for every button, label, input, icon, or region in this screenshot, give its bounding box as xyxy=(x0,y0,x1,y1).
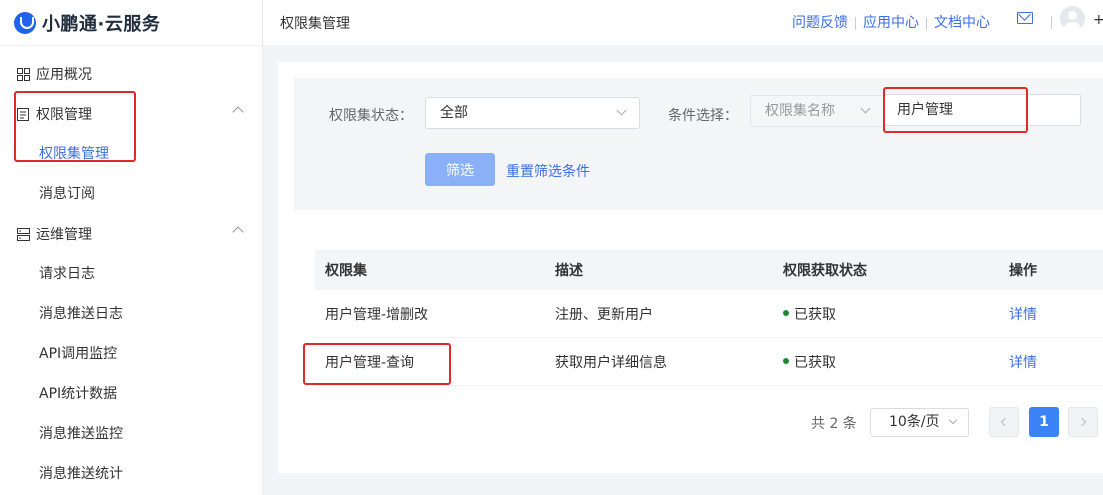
feedback-link[interactable]: 问题反馈 xyxy=(785,15,855,31)
chevron-up-icon xyxy=(232,226,244,238)
chevron-right-icon xyxy=(1077,417,1087,427)
app-root: 小鹏通·云服务 应用概况 权限管理 权限集管理 消息订阅 运维管理 请求日志 消… xyxy=(0,0,1103,495)
page-size-select[interactable]: 10条/页 xyxy=(870,408,969,437)
sidebar-item-api-monitor[interactable]: API调用监控 xyxy=(0,334,262,374)
status-text: 已获取 xyxy=(794,306,836,323)
permission-status: 已获取 xyxy=(773,352,999,372)
details-link[interactable]: 详情 xyxy=(1009,307,1037,323)
mail-icon[interactable] xyxy=(1017,12,1033,24)
chevron-left-icon xyxy=(1000,417,1010,427)
condition-label: 条件选择： xyxy=(668,108,738,124)
page-size-value: 10条/页 xyxy=(889,414,940,430)
permission-name: 用户管理-增删改 xyxy=(325,306,429,323)
status-dot-icon xyxy=(783,309,789,316)
avatar[interactable] xyxy=(1060,6,1085,31)
sidebar-item-overview[interactable]: 应用概况 xyxy=(0,54,262,94)
status-text: 已获取 xyxy=(794,354,836,371)
status-filter-label: 权限集状态： xyxy=(329,108,413,124)
total-count: 共 2 条 xyxy=(811,416,857,432)
sidebar-group-label: 权限管理 xyxy=(36,107,92,123)
next-page-button[interactable] xyxy=(1068,407,1098,437)
brand-logo-icon xyxy=(14,11,36,34)
condition-input-text: 用户管理 xyxy=(897,102,953,118)
brand-name: 小鹏通·云服务 xyxy=(42,13,161,35)
sidebar-item-permission-sets[interactable]: 权限集管理 xyxy=(0,134,262,174)
action-cell: 详情 xyxy=(999,304,1103,324)
page-title: 权限集管理 xyxy=(280,15,350,32)
sidebar: 小鹏通·云服务 应用概况 权限管理 权限集管理 消息订阅 运维管理 请求日志 消… xyxy=(0,0,263,495)
status-select-value: 全部 xyxy=(440,105,468,121)
permission-status: 已获取 xyxy=(773,304,999,324)
permission-table: 权限集 描述 权限获取状态 操作 用户管理-增删改 注册、更新用户 已获取 详情… xyxy=(315,250,1103,386)
chevron-down-icon xyxy=(948,415,958,425)
table-row: 用户管理-增删改 注册、更新用户 已获取 详情 xyxy=(315,290,1103,338)
column-header: 权限获取状态 xyxy=(783,263,867,279)
sidebar-menu: 应用概况 权限管理 权限集管理 消息订阅 运维管理 请求日志 消息推送日志 AP… xyxy=(0,46,262,494)
sidebar-group-ops[interactable]: 运维管理 xyxy=(0,214,262,254)
sidebar-item-push-stats[interactable]: 消息推送统计 xyxy=(0,454,262,494)
condition-value-input[interactable]: 用户管理 xyxy=(884,94,1081,126)
header-links: 问题反馈 应用中心 文档中心 xyxy=(785,0,997,46)
brand-logo[interactable]: 小鹏通·云服务 xyxy=(0,0,262,46)
top-header: 权限集管理 问题反馈 应用中心 文档中心 + xyxy=(263,0,1103,46)
column-header: 描述 xyxy=(555,263,583,279)
grid-icon xyxy=(16,67,30,81)
chevron-up-icon xyxy=(232,106,244,118)
sidebar-item-message-subscription[interactable]: 消息订阅 xyxy=(0,174,262,214)
chevron-down-icon xyxy=(616,105,627,116)
status-select[interactable]: 全部 xyxy=(425,97,640,129)
divider xyxy=(1051,16,1052,29)
docs-center-link[interactable]: 文档中心 xyxy=(927,15,997,31)
reset-filter-link[interactable]: 重置筛选条件 xyxy=(506,161,590,181)
prev-page-button[interactable] xyxy=(989,407,1019,437)
condition-type-value: 权限集名称 xyxy=(765,103,835,119)
table-header: 权限集 描述 权限获取状态 操作 xyxy=(315,250,1103,290)
condition-type-select[interactable]: 权限集名称 xyxy=(750,95,884,127)
sidebar-item-push-monitor[interactable]: 消息推送监控 xyxy=(0,414,262,454)
table-row: 用户管理-查询 获取用户详细信息 已获取 详情 xyxy=(315,338,1103,386)
permission-name: 用户管理-查询 xyxy=(325,354,415,371)
status-dot-icon xyxy=(783,357,789,364)
permission-desc: 注册、更新用户 xyxy=(555,306,653,323)
chevron-down-icon xyxy=(860,103,871,114)
filter-button[interactable]: 筛选 xyxy=(425,153,495,186)
sidebar-item-request-log[interactable]: 请求日志 xyxy=(0,254,262,294)
document-icon xyxy=(16,107,30,121)
sidebar-group-permission[interactable]: 权限管理 xyxy=(0,94,262,134)
permission-desc: 获取用户详细信息 xyxy=(555,354,667,371)
action-cell: 详情 xyxy=(999,352,1103,372)
details-link[interactable]: 详情 xyxy=(1009,355,1037,371)
sidebar-item-label: 应用概况 xyxy=(36,67,92,83)
sidebar-group-label: 运维管理 xyxy=(36,227,92,243)
sidebar-item-push-log[interactable]: 消息推送日志 xyxy=(0,294,262,334)
sidebar-item-api-stats[interactable]: API统计数据 xyxy=(0,374,262,414)
column-header: 权限集 xyxy=(325,263,367,279)
server-icon xyxy=(16,227,30,241)
user-menu-plus[interactable]: + xyxy=(1093,12,1103,28)
page-1-button[interactable]: 1 xyxy=(1029,407,1059,437)
column-header: 操作 xyxy=(1009,263,1037,279)
app-center-link[interactable]: 应用中心 xyxy=(856,15,926,31)
